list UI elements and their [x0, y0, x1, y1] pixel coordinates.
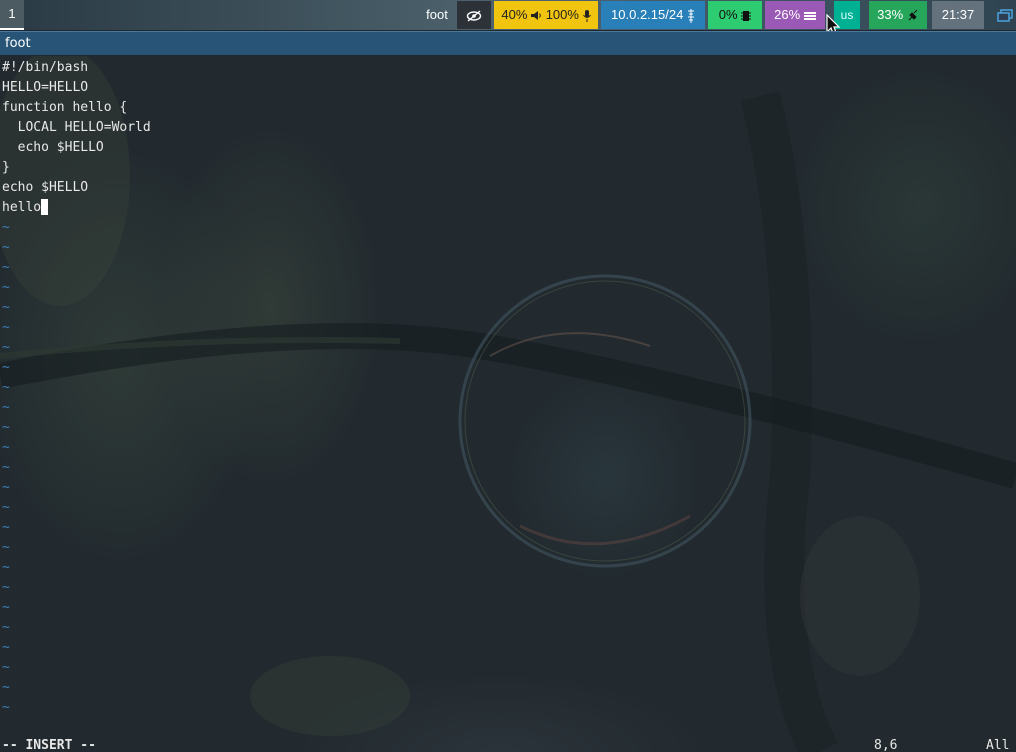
- empty-line-marker: ~: [2, 260, 10, 275]
- empty-line-marker: ~: [2, 300, 10, 315]
- vim-status-line: -- INSERT -- 8,6 All: [2, 736, 1014, 752]
- code-line: function hello {: [2, 100, 128, 115]
- memory-module[interactable]: 26%: [765, 1, 825, 29]
- empty-line-marker: ~: [2, 480, 10, 495]
- empty-line-marker: ~: [2, 360, 10, 375]
- empty-line-marker: ~: [2, 620, 10, 635]
- code-line: }: [2, 160, 10, 175]
- microphone-icon: [582, 9, 591, 22]
- eye-slash-icon: [466, 10, 482, 22]
- code-line: echo $HELLO: [2, 180, 89, 195]
- empty-line-marker: ~: [2, 640, 10, 655]
- code-line-current: hello: [2, 198, 151, 218]
- text-cursor: [41, 198, 49, 215]
- empty-line-marker: ~: [2, 660, 10, 675]
- code-line: echo $HELLO: [2, 140, 104, 155]
- chip-icon: [741, 10, 752, 21]
- empty-line-marker: ~: [2, 460, 10, 475]
- terminal-window[interactable]: #!/bin/bash HELLO=HELLO function hello {…: [0, 56, 1016, 752]
- idle-inhibitor-button[interactable]: [457, 1, 491, 29]
- network-module[interactable]: 10.0.2.15/24: [601, 1, 705, 29]
- mode-indicator: -- INSERT --: [2, 738, 96, 752]
- audio-module[interactable]: 40% 100%: [494, 1, 598, 29]
- plug-icon: [908, 9, 918, 20]
- empty-line-marker: ~: [2, 320, 10, 335]
- empty-line-marker: ~: [2, 700, 10, 715]
- empty-line-marker: ~: [2, 440, 10, 455]
- ip-address: 10.0.2.15/24: [611, 7, 684, 22]
- empty-line-marker: ~: [2, 420, 10, 435]
- empty-line-marker: ~: [2, 520, 10, 535]
- ethernet-icon: [687, 8, 694, 23]
- window-icon: [997, 8, 1013, 22]
- memory-value: 26%: [774, 7, 801, 22]
- current-line-text: hello: [2, 200, 42, 215]
- editor-buffer[interactable]: #!/bin/bash HELLO=HELLO function hello {…: [2, 58, 151, 718]
- scroll-indicator: All: [986, 738, 1010, 752]
- window-title-bar[interactable]: foot: [0, 31, 1016, 55]
- code-line: LOCAL HELLO=World: [2, 120, 151, 135]
- empty-line-marker: ~: [2, 540, 10, 555]
- cpu-module[interactable]: 0%: [708, 1, 762, 29]
- battery-module[interactable]: 33%: [869, 1, 927, 29]
- code-line: HELLO=HELLO: [2, 80, 89, 95]
- empty-line-marker: ~: [2, 500, 10, 515]
- mic-value: 100%: [545, 7, 579, 22]
- window-title: foot: [5, 36, 31, 51]
- empty-line-marker: ~: [2, 600, 10, 615]
- speaker-icon: [531, 11, 541, 21]
- cursor-position: 8,6: [874, 738, 898, 752]
- focused-window-title: foot: [426, 7, 448, 22]
- empty-line-marker: ~: [2, 280, 10, 295]
- empty-line-marker: ~: [2, 240, 10, 255]
- empty-line-marker: ~: [2, 340, 10, 355]
- empty-line-marker: ~: [2, 220, 10, 235]
- empty-line-marker: ~: [2, 400, 10, 415]
- empty-line-marker: ~: [2, 560, 10, 575]
- wallpaper-background: [0, 56, 1016, 752]
- status-bar: 1 foot 40% 100% 10.0.2.15/24 0% 26% us 3…: [0, 0, 1016, 37]
- memory-icon: [803, 11, 816, 20]
- cpu-value: 0%: [718, 7, 738, 22]
- workspace-button[interactable]: 1: [0, 0, 24, 30]
- code-line: #!/bin/bash: [2, 60, 89, 75]
- battery-value: 33%: [877, 7, 904, 22]
- empty-line-marker: ~: [2, 580, 10, 595]
- volume-value: 40%: [501, 7, 528, 22]
- tray-item[interactable]: [994, 1, 1016, 29]
- clock[interactable]: 21:37: [932, 1, 984, 29]
- empty-line-marker: ~: [2, 680, 10, 695]
- empty-line-marker: ~: [2, 380, 10, 395]
